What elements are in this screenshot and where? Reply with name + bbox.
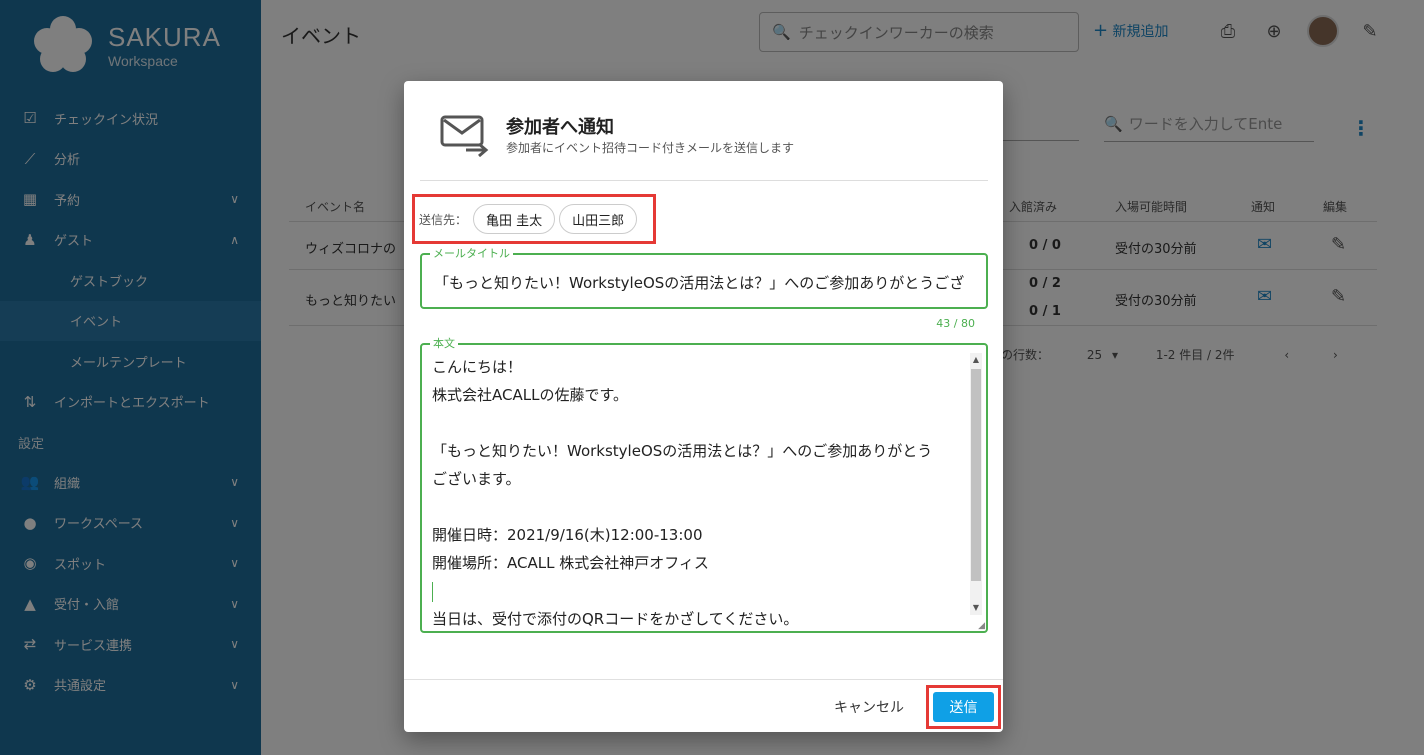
mail-title-label: メールタイトル: [430, 245, 513, 261]
mail-body-label: 本文: [430, 335, 458, 351]
mail-title-value[interactable]: 「もっと知りたい！WorkstyleOSの活用法とは？」へのご参加ありがとうござ: [434, 272, 982, 293]
recipient-chip[interactable]: 亀田 圭太: [473, 204, 556, 234]
divider: [420, 180, 988, 181]
body-line: 株式会社ACALLの佐藤です。: [432, 386, 628, 404]
recipients-row: 送信先： 亀田 圭太 山田三郎: [412, 194, 656, 244]
mail-title-field[interactable]: メールタイトル 「もっと知りたい！WorkstyleOSの活用法とは？」へのご参…: [420, 245, 988, 309]
body-line: 当日は、受付で添付のQRコードをかざしてください。: [432, 610, 799, 627]
mail-body-field[interactable]: 本文 こんにちは！ 株式会社ACALLの佐藤です。 「もっと知りたい！Works…: [420, 335, 988, 633]
body-line: こんにちは！: [432, 358, 523, 376]
body-scrollbar[interactable]: ▲ ▼: [970, 353, 982, 615]
send-button[interactable]: 送信: [933, 692, 994, 722]
recipient-chip[interactable]: 山田三郎: [559, 204, 638, 234]
send-button-highlight: 送信: [926, 685, 1001, 729]
body-line: ございます。: [432, 470, 521, 488]
scroll-down-arrow-icon[interactable]: ▼: [970, 601, 982, 615]
notify-participants-dialog: 参加者へ通知 参加者にイベント招待コード付きメールを送信します 送信先： 亀田 …: [404, 81, 1003, 732]
footer-divider: [404, 679, 1003, 680]
dialog-title: 参加者へ通知: [506, 117, 614, 138]
text-caret: [432, 581, 433, 602]
body-line-caret: [432, 577, 964, 605]
mail-send-icon: [440, 115, 489, 157]
scroll-thumb[interactable]: [971, 369, 981, 581]
body-line: [432, 409, 964, 437]
mail-title-counter: 43 / 80: [936, 317, 975, 330]
dialog-subtitle: 参加者にイベント招待コード付きメールを送信します: [506, 141, 795, 155]
mail-body-textarea[interactable]: こんにちは！ 株式会社ACALLの佐藤です。 「もっと知りたい！Workstyl…: [432, 353, 964, 627]
recipients-label: 送信先：: [419, 212, 468, 227]
body-line: [432, 493, 964, 521]
body-line: 開催場所：ACALL 株式会社神戸オフィス: [432, 554, 709, 572]
body-line: 「もっと知りたい！WorkstyleOSの活用法とは？」へのご参加ありがとう: [432, 442, 933, 460]
cancel-button[interactable]: キャンセル: [834, 693, 904, 721]
body-line: 開催日時：2021/9/16(木)12:00-13:00: [432, 526, 703, 544]
scroll-up-arrow-icon[interactable]: ▲: [970, 353, 982, 367]
resize-handle-icon[interactable]: ◢: [978, 621, 985, 631]
